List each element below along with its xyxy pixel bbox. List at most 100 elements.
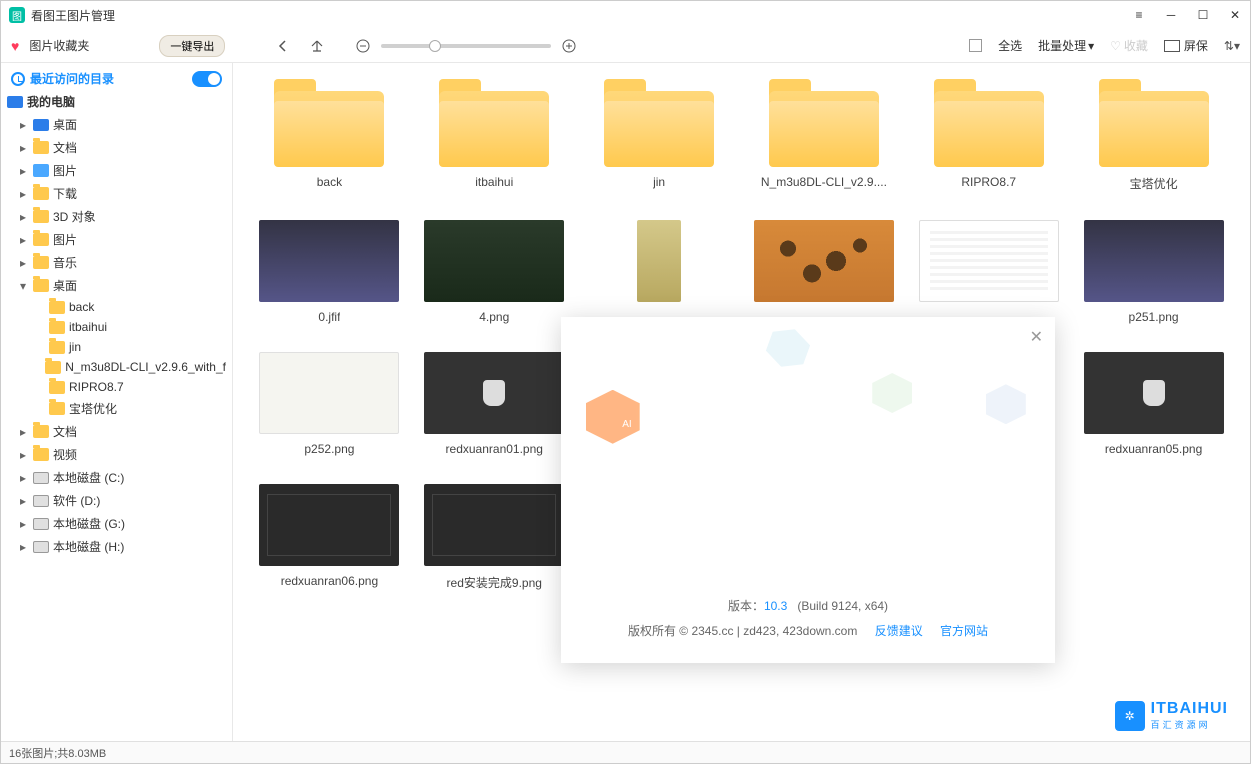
feedback-link[interactable]: 反馈建议 (875, 624, 923, 638)
recent-dirs-label[interactable]: 最近访问的目录 (30, 70, 114, 87)
expand-icon[interactable]: ▸ (17, 540, 29, 554)
file-item[interactable]: redxuanran01.png (422, 352, 567, 456)
up-icon[interactable] (309, 38, 325, 54)
folder-icon (769, 79, 879, 167)
zoom-slider[interactable] (381, 44, 551, 48)
expand-icon[interactable]: ▸ (17, 256, 29, 270)
screensaver-button[interactable]: 屏保 (1164, 37, 1208, 54)
folder-item[interactable]: back (257, 79, 402, 192)
watermark-icon: ✲ (1115, 701, 1145, 731)
tree-item[interactable]: ▸本地磁盘 (H:) (1, 535, 232, 558)
file-item[interactable]: 0.jfif (257, 220, 402, 324)
folder-icon (934, 79, 1044, 167)
expand-icon[interactable]: ▸ (17, 164, 29, 178)
recent-toggle[interactable] (192, 71, 222, 87)
folder-item[interactable]: N_m3u8DL-CLI_v2.9.... (751, 79, 896, 192)
file-item[interactable]: 4.png (422, 220, 567, 324)
tree-item[interactable]: N_m3u8DL-CLI_v2.9.6_with_f (1, 357, 232, 377)
tree-item-label: 本地磁盘 (G:) (53, 515, 125, 532)
expand-icon[interactable]: ▸ (17, 448, 29, 462)
tree-item-label: 图片 (53, 231, 77, 248)
batch-process-button[interactable]: 批量处理 ▾ (1038, 37, 1094, 54)
tree-item[interactable]: back (1, 297, 232, 317)
maximize-button[interactable]: ☐ (1196, 8, 1210, 22)
favorites-label[interactable]: 图片收藏夹 (29, 37, 89, 54)
item-label: redxuanran05.png (1105, 442, 1202, 456)
tree-item[interactable]: jin (1, 337, 232, 357)
tree-item-label: 桌面 (53, 116, 77, 133)
watermark-sub: 百汇资源网 (1151, 718, 1228, 731)
favorite-button[interactable]: ♡ 收藏 (1110, 37, 1148, 54)
tree-item[interactable]: ▸下载 (1, 182, 232, 205)
tree-item[interactable]: ▸ 桌面 (1, 113, 232, 136)
folder-icon (33, 187, 49, 200)
folder-item[interactable]: 宝塔优化 (1081, 79, 1226, 192)
tree-item[interactable]: ▸软件 (D:) (1, 489, 232, 512)
tree-item[interactable]: ▸ 图片 (1, 228, 232, 251)
file-item[interactable]: redxuanran06.png (257, 484, 402, 591)
expand-icon[interactable]: ▸ (17, 471, 29, 485)
back-icon[interactable] (275, 38, 291, 54)
thumbnail (259, 220, 399, 302)
disk-icon (33, 518, 49, 530)
disk-icon (33, 472, 49, 484)
expand-icon[interactable]: ▸ (17, 233, 29, 247)
tree-item[interactable]: itbaihui (1, 317, 232, 337)
folder-icon (439, 79, 549, 167)
zoom-in-icon[interactable] (561, 38, 577, 54)
zoom-out-icon[interactable] (355, 38, 371, 54)
sort-icon[interactable]: ⇅▾ (1224, 39, 1240, 53)
file-item[interactable]: p252.png (257, 352, 402, 456)
monitor-icon (7, 96, 23, 108)
minimize-button[interactable]: ─ (1164, 8, 1178, 22)
tree-item[interactable]: ▸ 3D 对象 (1, 205, 232, 228)
tree-item[interactable]: ▸图片 (1, 159, 232, 182)
menu-icon[interactable]: ≡ (1132, 8, 1146, 22)
thumbnail (424, 220, 564, 302)
tree-item[interactable]: ▸音乐 (1, 251, 232, 274)
folder-item[interactable]: itbaihui (422, 79, 567, 192)
thumbnail (1084, 352, 1224, 434)
file-item[interactable] (916, 220, 1061, 324)
close-button[interactable]: ✕ (1228, 8, 1242, 22)
tree-item[interactable]: ▸ 本地磁盘 (G:) (1, 512, 232, 535)
official-site-link[interactable]: 官方网站 (940, 624, 988, 638)
item-label: redxuanran06.png (281, 574, 378, 588)
select-all-label[interactable]: 全选 (998, 37, 1022, 54)
tree-item[interactable]: ▾ 桌面 (1, 274, 232, 297)
expand-icon[interactable]: ▸ (17, 517, 29, 531)
copyright-text: 版权所有 © 2345.cc | zd423, 423down.com (628, 624, 857, 638)
tree-my-computer[interactable]: 我的电脑 (1, 90, 232, 113)
expand-icon[interactable]: ▸ (17, 118, 29, 132)
expand-icon[interactable]: ▸ (17, 187, 29, 201)
select-all-checkbox[interactable] (969, 39, 982, 52)
expand-icon[interactable]: ▸ (17, 425, 29, 439)
expand-icon[interactable]: ▸ (17, 494, 29, 508)
tree-item[interactable]: ▸文档 (1, 420, 232, 443)
expand-icon[interactable]: ▸ (17, 141, 29, 155)
build-info: (Build 9124, x64) (797, 599, 888, 613)
file-item[interactable] (751, 220, 896, 324)
tree-item-label: 3D 对象 (53, 208, 96, 225)
thumbnail (424, 484, 564, 566)
tree-item[interactable]: 宝塔优化 (1, 397, 232, 420)
tree-item[interactable]: RIPRO8.7 (1, 377, 232, 397)
export-button[interactable]: 一键导出 (159, 35, 225, 57)
toolbar: ♥ 图片收藏夹 一键导出 全选 批量处理 ▾ ♡ 收藏 屏保 ⇅▾ (1, 29, 1250, 63)
file-item[interactable]: p251.png (1081, 220, 1226, 324)
folder-item[interactable]: jin (587, 79, 732, 192)
tree-item-label: back (69, 300, 94, 314)
file-item[interactable] (587, 220, 732, 324)
folder-item[interactable]: RIPRO8.7 (916, 79, 1061, 192)
about-dialog: ✕ 版本：10.3 (Build 9124, x64) 版权所有 © 2345.… (561, 317, 1055, 663)
tree-item[interactable]: ▸视频 (1, 443, 232, 466)
tree-item[interactable]: ▸本地磁盘 (C:) (1, 466, 232, 489)
item-label: 宝塔优化 (1130, 175, 1178, 192)
file-item[interactable]: redxuanran05.png (1081, 352, 1226, 456)
tree-item[interactable]: ▸文档 (1, 136, 232, 159)
decor-cube-icon (986, 384, 1026, 424)
tree-item-label: 桌面 (53, 277, 77, 294)
expand-icon[interactable]: ▸ (17, 210, 29, 224)
file-item[interactable]: red安装完成9.png (422, 484, 567, 591)
collapse-icon[interactable]: ▾ (17, 279, 29, 293)
